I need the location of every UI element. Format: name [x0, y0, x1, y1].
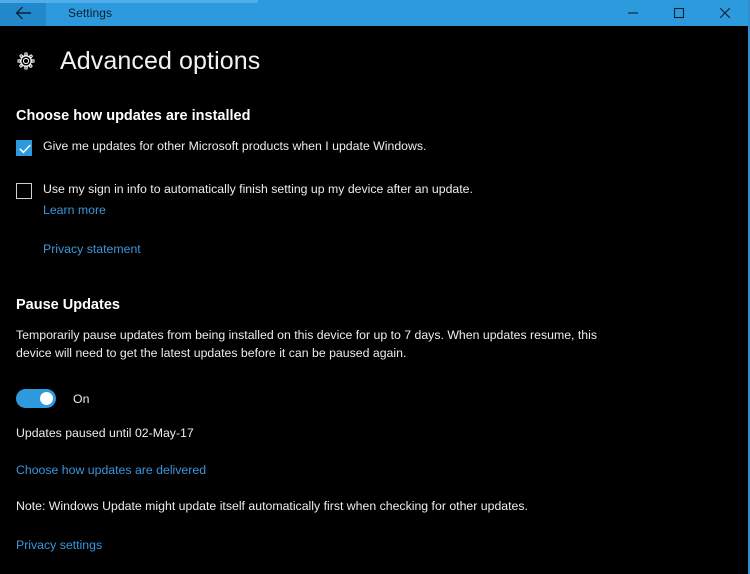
back-arrow-icon: [15, 6, 32, 20]
back-button[interactable]: [0, 0, 46, 26]
checkbox-signin-info[interactable]: [16, 183, 32, 200]
learn-more-wrapper: Learn more: [43, 201, 732, 220]
minimize-icon: [627, 7, 639, 19]
page-title: Advanced options: [60, 46, 261, 75]
settings-window: Settings Advanced options Choose how upd…: [0, 0, 750, 574]
delivered-link-wrapper: Choose how updates are delivered: [16, 461, 732, 480]
privacy-settings-wrapper: Privacy settings: [16, 536, 732, 555]
privacy-settings-link[interactable]: Privacy settings: [16, 537, 102, 555]
close-icon: [719, 7, 731, 19]
pause-section-description: Temporarily pause updates from being ins…: [16, 328, 598, 361]
toggle-knob: [40, 392, 53, 406]
title-bar: Settings: [0, 0, 748, 26]
maximize-button[interactable]: [656, 0, 702, 26]
updates-paused-until-text: Updates paused until 02-May-17: [16, 426, 194, 441]
install-section-heading: Choose how updates are installed: [16, 108, 251, 124]
checkbox-row-microsoft-products[interactable]: Give me updates for other Microsoft prod…: [16, 139, 732, 157]
close-button[interactable]: [702, 0, 748, 26]
pause-toggle-label: On: [73, 391, 90, 406]
page-header: Advanced options: [16, 38, 732, 84]
checkbox-label-signin-info: Use my sign in info to automatically fin…: [43, 182, 473, 197]
settings-content: Advanced options Choose how updates are …: [0, 38, 748, 574]
minimize-button[interactable]: [610, 0, 656, 26]
gear-icon: [16, 51, 42, 71]
choose-how-updates-delivered-link[interactable]: Choose how updates are delivered: [16, 462, 206, 480]
checkbox-microsoft-products[interactable]: [16, 140, 32, 157]
pause-toggle-row: On: [16, 389, 732, 409]
pause-updates-toggle[interactable]: [16, 389, 56, 409]
checkbox-row-signin-info[interactable]: Use my sign in info to automatically fin…: [16, 182, 732, 200]
privacy-statement-link[interactable]: Privacy statement: [43, 241, 141, 259]
update-note-text: Note: Windows Update might update itself…: [16, 498, 528, 513]
window-title: Settings: [68, 6, 113, 20]
checkbox-label-microsoft-products: Give me updates for other Microsoft prod…: [43, 139, 427, 154]
privacy-statement-wrapper: Privacy statement: [43, 240, 732, 259]
pause-section-heading: Pause Updates: [16, 297, 120, 314]
maximize-icon: [673, 7, 685, 19]
learn-more-link[interactable]: Learn more: [43, 202, 106, 220]
